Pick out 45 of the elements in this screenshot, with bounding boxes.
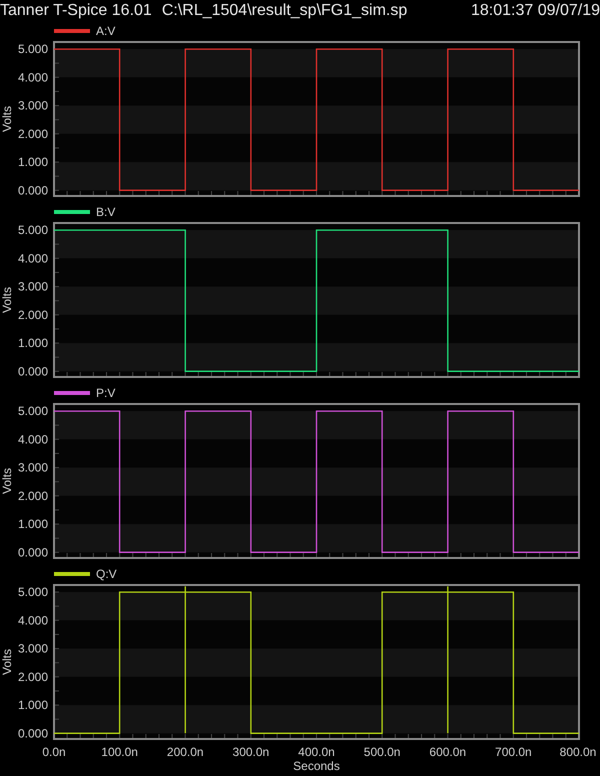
y-tick-label: 3.000 xyxy=(18,280,48,294)
x-tick-label: 700.0n xyxy=(495,745,532,759)
y-tick-label: 2.000 xyxy=(18,670,48,684)
y-tick-label: 1.000 xyxy=(18,155,48,170)
x-tick-label: 200.0n xyxy=(166,745,204,759)
legend-label: P:V xyxy=(96,386,116,400)
y-tick-label: 0.000 xyxy=(18,364,48,378)
y-tick-label: 1.000 xyxy=(18,517,48,532)
y-tick-label: 1.000 xyxy=(18,336,48,350)
app-title: Tanner T-Spice 16.01 xyxy=(0,2,152,20)
y-tick-label: 4.000 xyxy=(18,613,48,628)
legend-label: A:V xyxy=(96,24,116,38)
x-tick-label: 800.0n xyxy=(560,745,596,759)
x-tick-label: 400.0n xyxy=(298,745,335,759)
y-tick-label: 0.000 xyxy=(18,726,48,740)
y-tick-label: 5.000 xyxy=(18,404,48,418)
timestamp: 18:01:37 09/07/19 xyxy=(470,2,600,20)
y-tick-label: 2.000 xyxy=(18,126,48,141)
x-tick-label: 0.0n xyxy=(42,745,66,759)
y-tick-label: 5.000 xyxy=(18,585,48,600)
y-tick-label: 0.000 xyxy=(18,545,48,560)
x-tick-label: 500.0n xyxy=(364,745,400,759)
axis-title: Volts xyxy=(0,106,14,132)
axis-title: Volts xyxy=(0,468,14,494)
file-path: C:\RL_1504\result_sp\FG1_sim.sp xyxy=(162,2,408,20)
x-tick-label: 600.0n xyxy=(429,745,466,759)
y-tick-label: 2.000 xyxy=(18,488,48,503)
x-tick-label: 100.0n xyxy=(101,745,138,759)
y-tick-label: 4.000 xyxy=(18,70,48,84)
y-tick-label: 2.000 xyxy=(18,308,48,322)
y-tick-label: 4.000 xyxy=(18,432,48,446)
y-tick-label: 5.000 xyxy=(18,42,48,56)
y-tick-label: 4.000 xyxy=(18,251,48,266)
axis-title: Seconds xyxy=(293,759,340,773)
y-tick-label: 3.000 xyxy=(18,460,48,475)
y-tick-label: 3.000 xyxy=(18,642,48,656)
axis-title: Volts xyxy=(0,649,14,675)
x-tick-label: 300.0n xyxy=(232,745,270,759)
y-tick-label: 1.000 xyxy=(18,698,48,712)
legend-label: B:V xyxy=(96,205,116,219)
y-tick-label: 3.000 xyxy=(18,98,48,113)
axis-title: Volts xyxy=(0,287,14,313)
y-tick-label: 5.000 xyxy=(18,223,48,238)
legend-label: Q:V xyxy=(96,567,117,581)
y-tick-label: 0.000 xyxy=(18,183,48,198)
